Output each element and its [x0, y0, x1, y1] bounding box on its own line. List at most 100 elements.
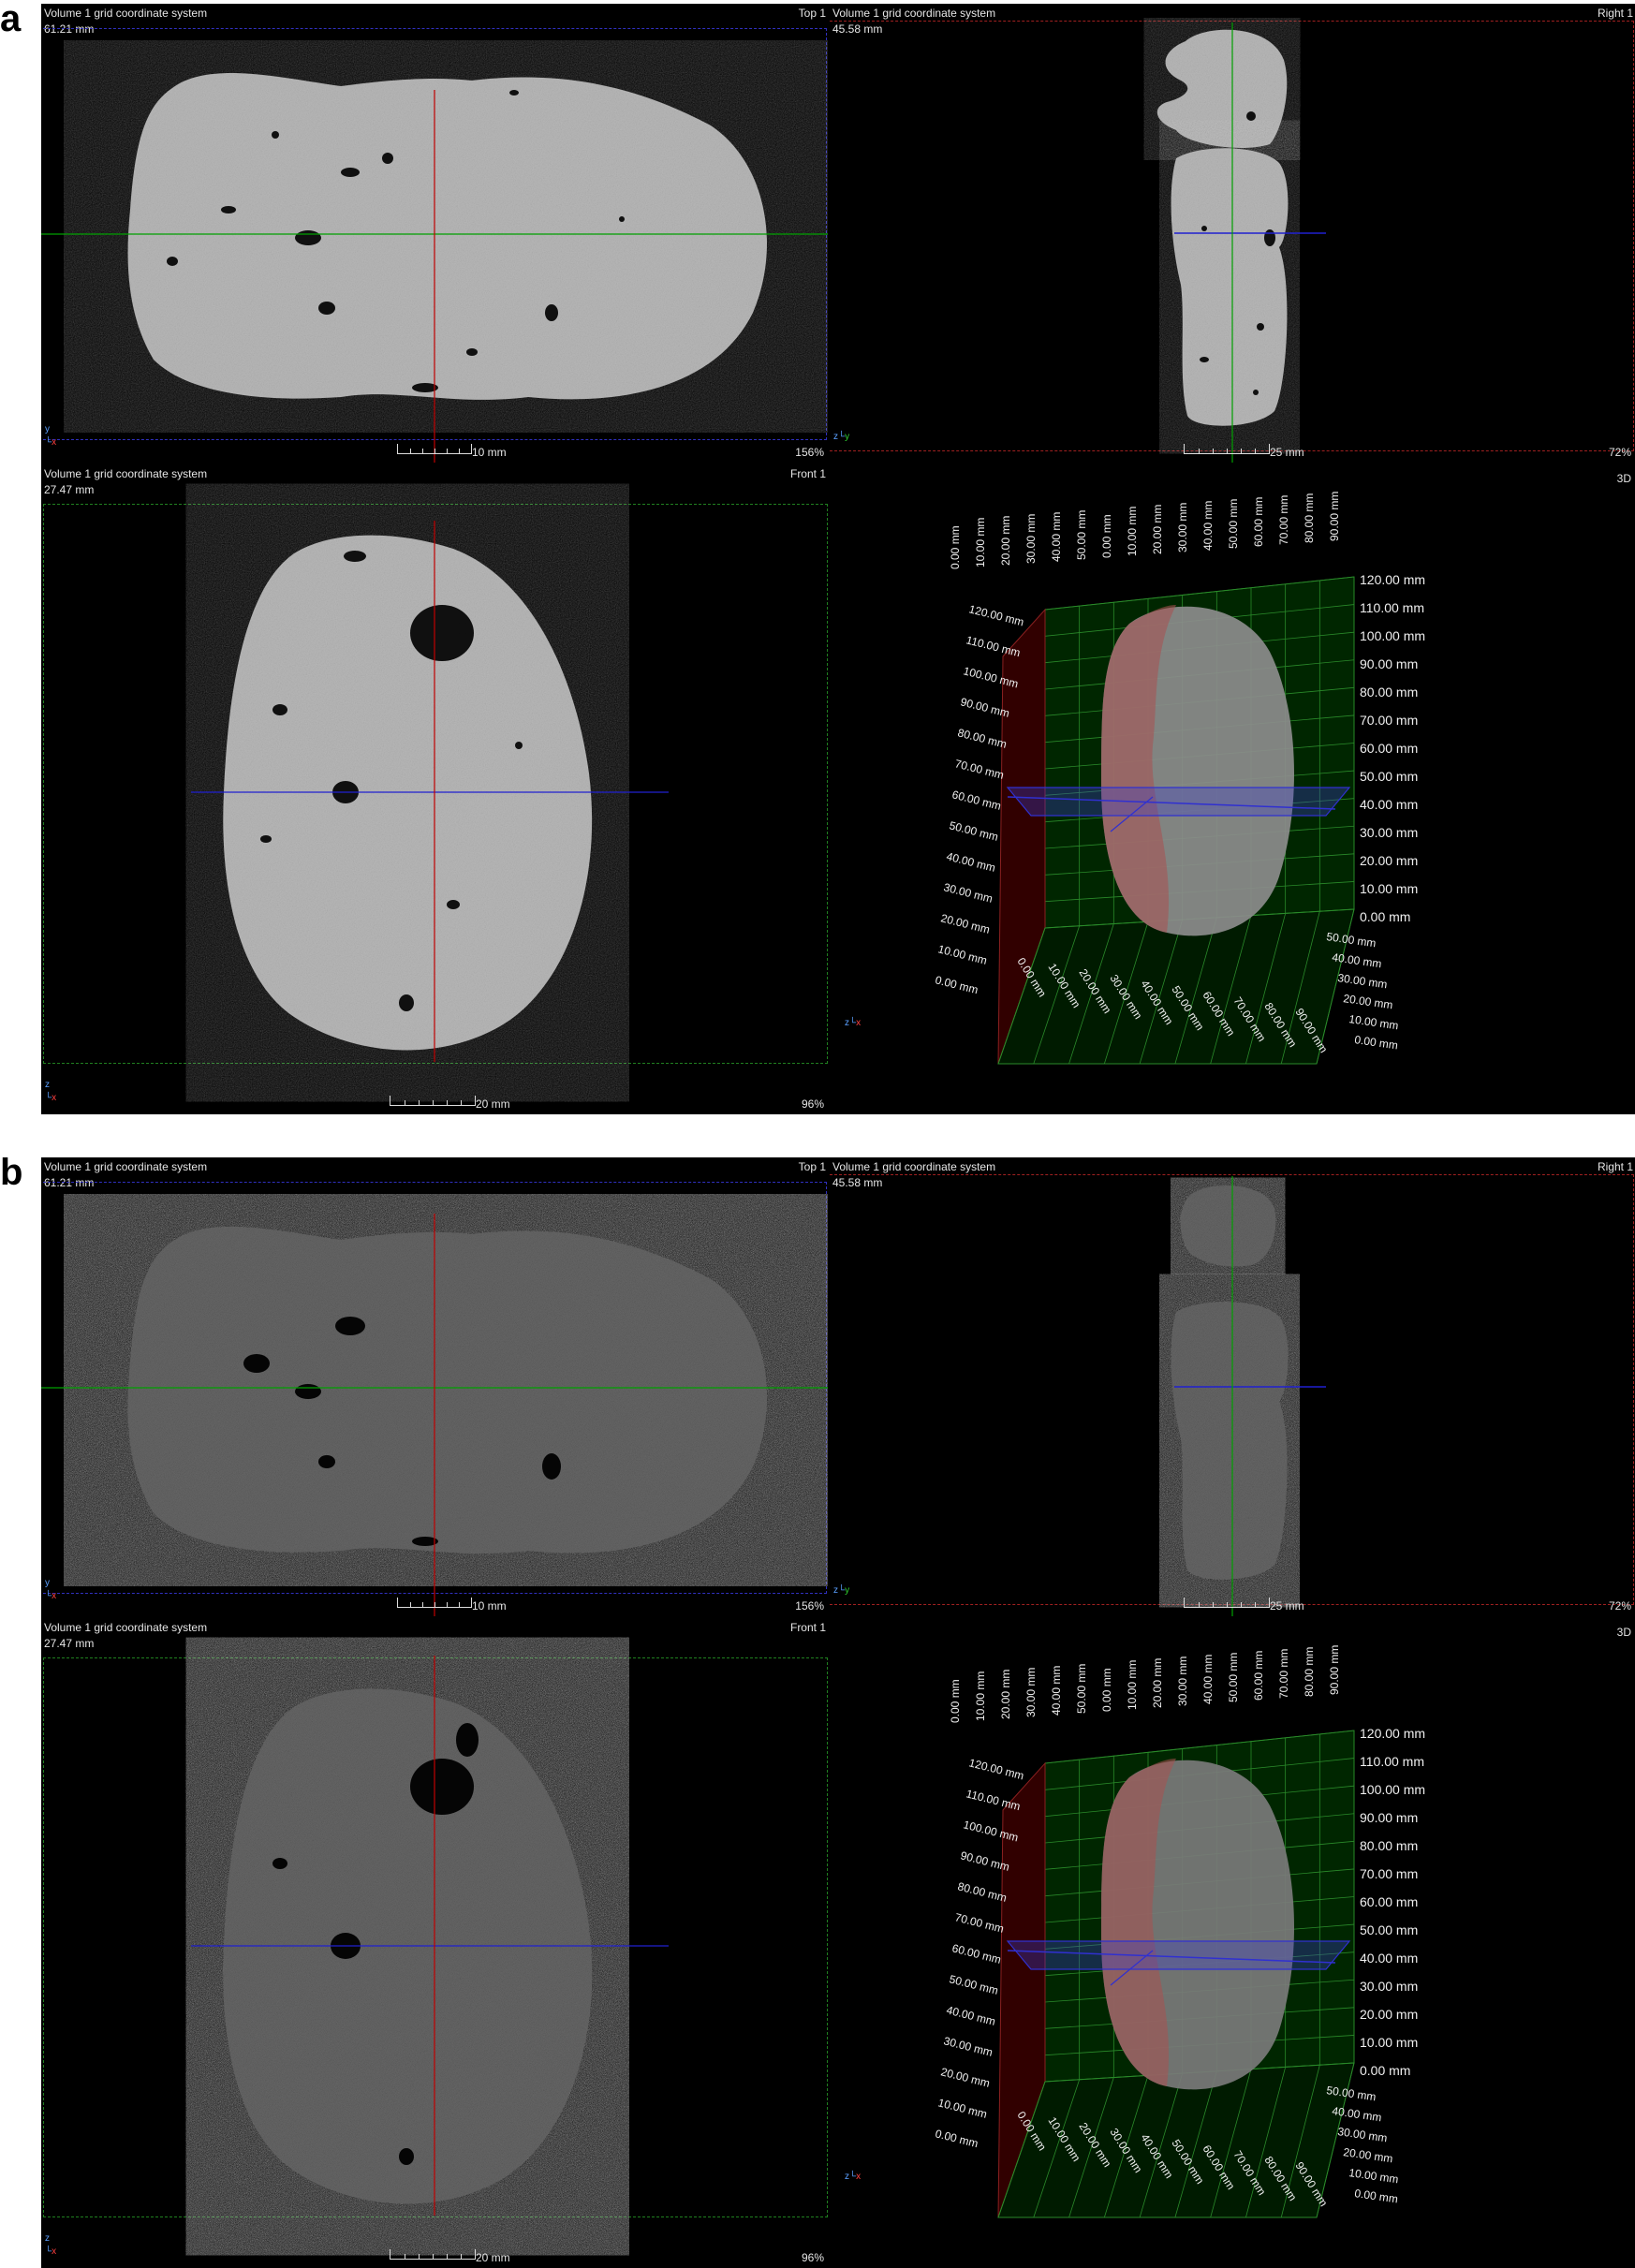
axis-gizmo: y └x [45, 424, 57, 448]
axis-tick-label: 30.00 mm [1024, 514, 1038, 564]
viewport-front[interactable]: Volume 1 grid coordinate system 27.47 mm… [41, 464, 828, 1114]
axis-tick-label: 20.00 mm [1360, 2007, 1418, 2022]
axis-tick-label: 50.00 mm [1360, 769, 1418, 784]
viewport-front[interactable]: Volume 1 grid coordinate system 27.47 mm… [41, 1618, 828, 2268]
scale-bar [1184, 1598, 1270, 1608]
axis-tick-label: 10.00 mm [974, 518, 987, 567]
viewport-top[interactable]: Volume 1 grid coordinate system 61.21 mm… [41, 4, 828, 463]
axis-tick-label: 50.00 mm [1075, 510, 1088, 560]
scale-bar-label: 20 mm [476, 1097, 510, 1111]
axis-tick-label: 80.00 mm [1360, 1838, 1418, 1853]
axis-tick-label: 20.00 mm [1360, 853, 1418, 868]
axis-tick-label: 120.00 mm [1360, 572, 1425, 587]
stone-slice-image [1171, 1176, 1326, 1616]
axis-tick-label: 50.00 mm [948, 818, 999, 843]
scale-bar-label: 10 mm [472, 1599, 507, 1613]
stone-slice-image [191, 1656, 669, 2216]
scale-bar-label: 25 mm [1270, 446, 1304, 459]
axis-tick-label: 50.00 mm [1360, 1922, 1418, 1937]
axis-tick-label: 30.00 mm [1176, 503, 1189, 552]
axis-tick-label: 30.00 mm [1360, 825, 1418, 840]
axis-tick-label: 20.00 mm [1151, 1658, 1164, 1708]
axis-tick-label: 0.00 mm [1354, 1033, 1399, 1052]
axis-tick-label: 0.00 mm [1100, 514, 1113, 558]
zoom-level: 72% [1608, 446, 1631, 459]
axis-tick-label: 110.00 mm [1360, 1754, 1424, 1769]
axis-tick-label: 0.00 mm [934, 973, 980, 996]
axis-tick-label: 80.00 mm [956, 726, 1008, 750]
axis-tick-label: 20.00 mm [1343, 2145, 1394, 2165]
panel-letter-a: a [0, 0, 22, 39]
axis-tick-label: 10.00 mm [936, 942, 988, 966]
viewport-3d[interactable]: 3D 120.00 mm 110.00 mm 100.00 mm 90.00 mm 80… [830, 464, 1635, 1114]
zoom-level: 96% [801, 2251, 824, 2264]
axis-tick-label: 60.00 mm [950, 788, 1002, 812]
zoom-level: 72% [1608, 1599, 1631, 1613]
axis-tick-label: 20.00 mm [1343, 992, 1394, 1011]
viewport-right[interactable]: Volume 1 grid coordinate system 45.58 mm… [830, 4, 1635, 463]
axis-tick-label: 10.00 mm [936, 2096, 988, 2120]
axis-tick-label: 100.00 mm [1360, 1782, 1425, 1797]
axis-tick-label: 30.00 mm [942, 2034, 994, 2058]
axis-tick-label: 70.00 mm [953, 757, 1005, 781]
zoom-level: 156% [795, 446, 824, 459]
scale-bar-label: 25 mm [1270, 1599, 1304, 1613]
axis-tick-label: 20.00 mm [939, 911, 991, 935]
axis-tick-label: 40.00 mm [945, 2003, 996, 2027]
axis-tick-label: 100.00 mm [1360, 628, 1425, 643]
axis-gizmo: z└x [845, 1018, 862, 1028]
viewport-3d[interactable]: 3D 120.00 mm 110.00 mm 100.00 mm 90.00 mm 80… [830, 1618, 1635, 2268]
axis-tick-label: 30.00 mm [1024, 1668, 1038, 1717]
axis-tick-label: 40.00 mm [1050, 512, 1063, 562]
axis-tick-label: 20.00 mm [999, 516, 1012, 566]
volume-3d-render: 120.00 mm 110.00 mm 100.00 mm 90.00 mm 80.00… [934, 1645, 1425, 2218]
axis-tick-label: 50.00 mm [1227, 1653, 1240, 1702]
axis-tick-label: 50.00 mm [948, 1972, 999, 1996]
zoom-level: 156% [795, 1599, 824, 1613]
axis-tick-label: 20.00 mm [939, 2065, 991, 2089]
axis-tick-label: 0.00 mm [1354, 2187, 1399, 2205]
scale-bar-label: 20 mm [476, 2251, 510, 2264]
axis-tick-label: 30.00 mm [1337, 971, 1389, 991]
viewport-right[interactable]: Volume 1 grid coordinate system 45.58 mm… [830, 1157, 1635, 1616]
axis-tick-label: 90.00 mm [1328, 1645, 1341, 1695]
axis-tick-label: 20.00 mm [1151, 505, 1164, 554]
axis-tick-label: 20.00 mm [999, 1670, 1012, 1719]
axis-gizmo: z└y [833, 432, 850, 442]
axis-gizmo: z└y [833, 1585, 850, 1596]
viewport-top[interactable]: Volume 1 grid coordinate system 61.21 mm… [41, 1157, 828, 1616]
axis-gizmo: z└x [845, 2172, 862, 2182]
scale-bar [397, 1598, 472, 1608]
axis-tick-label: 40.00 mm [945, 849, 996, 874]
axis-tick-label: 110.00 mm [965, 1787, 1022, 1813]
volume-3d-render: 120.00 mm 110.00 mm 100.00 mm 90.00 mm 80.00… [934, 492, 1425, 1065]
stone-slice-image [41, 1214, 828, 1616]
panel-b-figure: Volume 1 grid coordinate system 61.21 mm… [41, 1157, 1635, 2268]
axis-tick-label: 40.00 mm [1360, 797, 1418, 812]
axis-tick-label: 0.00 mm [949, 525, 962, 569]
stone-slice-image [1156, 22, 1326, 463]
axis-gizmo: z└x [45, 1080, 57, 1103]
axis-tick-label: 40.00 mm [1360, 1951, 1418, 1966]
axis-gizmo: y └x [45, 1578, 57, 1601]
axis-tick-label: 10.00 mm [1348, 2166, 1400, 2186]
zoom-level: 96% [801, 1097, 824, 1111]
axis-tick-label: 80.00 mm [956, 1879, 1008, 1904]
scale-bar [1184, 444, 1270, 454]
scale-bar [390, 1096, 476, 1106]
axis-tick-label: 0.00 mm [934, 2127, 980, 2150]
axis-tick-label: 10.00 mm [974, 1672, 987, 1721]
axis-tick-label: 70.00 mm [953, 1910, 1005, 1935]
axis-tick-label: 30.00 mm [1337, 2125, 1389, 2144]
axis-tick-label: 80.00 mm [1303, 493, 1316, 543]
axis-tick-label: 110.00 mm [965, 633, 1022, 659]
axis-tick-label: 80.00 mm [1360, 685, 1418, 700]
axis-tick-label: 60.00 mm [1360, 741, 1418, 756]
axis-tick-label: 10.00 mm [1360, 2035, 1418, 2050]
panel-a-figure: Volume 1 grid coordinate system 61.21 mm… [41, 4, 1635, 1114]
axis-tick-label: 40.00 mm [1201, 1655, 1215, 1704]
axis-tick-label: 10.00 mm [1348, 1012, 1400, 1032]
scale-bar-label: 10 mm [472, 446, 507, 459]
axis-tick-label: 0.00 mm [1360, 2063, 1410, 2078]
axis-tick-label: 0.00 mm [1360, 909, 1410, 924]
